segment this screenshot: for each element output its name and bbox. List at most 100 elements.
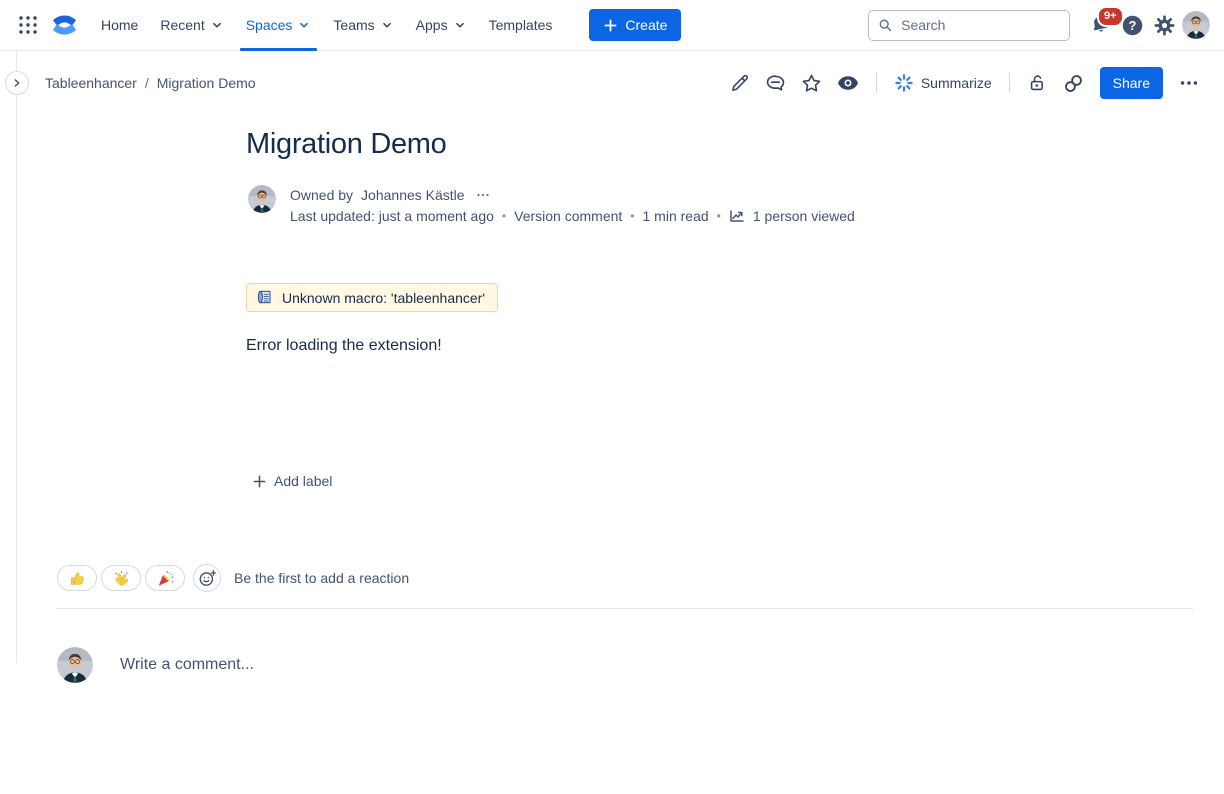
app-grid-icon bbox=[18, 15, 38, 35]
breadcrumb: Tableenhancer / Migration Demo bbox=[45, 75, 256, 91]
nav-item-label: Templates bbox=[489, 17, 553, 33]
nav-item-apps[interactable]: Apps bbox=[405, 0, 478, 51]
comment-bubble-icon bbox=[764, 72, 787, 95]
nav-item-label: Home bbox=[101, 17, 138, 33]
owner-name-link[interactable]: Johannes Kästle bbox=[361, 185, 465, 205]
toolbar-divider bbox=[1009, 73, 1010, 93]
eye-icon bbox=[836, 71, 860, 95]
search-input[interactable] bbox=[899, 16, 1060, 34]
unlock-icon bbox=[1027, 72, 1049, 94]
nav-item-label: Teams bbox=[333, 17, 374, 33]
profile-button[interactable] bbox=[1180, 9, 1212, 41]
viewers-link[interactable]: 1 person viewed bbox=[753, 206, 855, 226]
share-button-label: Share bbox=[1113, 75, 1150, 91]
create-button[interactable]: Create bbox=[589, 9, 681, 41]
add-emoji-icon bbox=[198, 569, 217, 588]
search-box[interactable] bbox=[868, 10, 1070, 41]
add-reaction-button[interactable] bbox=[193, 564, 221, 592]
svg-text:?: ? bbox=[1128, 17, 1136, 32]
top-navigation-bar: Home Recent Spaces Teams Apps Templates … bbox=[0, 0, 1224, 51]
nav-item-label: Apps bbox=[416, 17, 448, 33]
nav-item-home[interactable]: Home bbox=[90, 0, 149, 51]
chevron-down-icon bbox=[380, 18, 394, 32]
comments-button[interactable] bbox=[761, 68, 791, 98]
ai-sparkle-icon bbox=[894, 73, 914, 93]
settings-button[interactable] bbox=[1148, 9, 1180, 41]
question-mark-icon: ? bbox=[1121, 14, 1144, 37]
byline-text: Owned by Johannes Kästle Last updated: j… bbox=[290, 185, 855, 226]
plus-icon bbox=[603, 18, 618, 33]
add-label-button[interactable]: Add label bbox=[246, 472, 338, 490]
summarize-button[interactable]: Summarize bbox=[890, 73, 996, 93]
extension-error-text: Error loading the extension! bbox=[246, 337, 442, 355]
macro-scroll-icon bbox=[256, 289, 273, 306]
notifications-button[interactable]: 9+ bbox=[1084, 9, 1116, 41]
read-time-text: 1 min read bbox=[643, 206, 709, 226]
summarize-label: Summarize bbox=[921, 75, 992, 91]
user-avatar bbox=[1182, 11, 1210, 39]
chevron-right-icon bbox=[10, 76, 24, 90]
collapsed-sidebar-divider bbox=[16, 51, 17, 663]
nav-item-templates[interactable]: Templates bbox=[478, 0, 564, 51]
share-button[interactable]: Share bbox=[1100, 67, 1163, 99]
last-updated-text[interactable]: Last updated: just a moment ago bbox=[290, 206, 494, 226]
confluence-logo-icon bbox=[51, 13, 78, 37]
version-comment-link[interactable]: Version comment bbox=[514, 206, 622, 226]
byline: Owned by Johannes Kästle Last updated: j… bbox=[248, 185, 855, 226]
comment-placeholder-text: Write a comment... bbox=[120, 656, 254, 674]
breadcrumb-space-link[interactable]: Tableenhancer bbox=[45, 75, 137, 91]
chevron-down-icon bbox=[210, 18, 224, 32]
macro-warning-text: Unknown macro: 'tableenhancer' bbox=[282, 290, 485, 306]
app-switcher-button[interactable] bbox=[12, 9, 44, 41]
meta-separator: • bbox=[717, 206, 721, 226]
chevron-down-icon bbox=[453, 18, 467, 32]
reaction-party-popper-button[interactable] bbox=[145, 565, 185, 591]
unknown-macro-placeholder[interactable]: Unknown macro: 'tableenhancer' bbox=[246, 283, 498, 312]
breadcrumb-page-link[interactable]: Migration Demo bbox=[157, 75, 256, 91]
thumbs-up-icon bbox=[69, 570, 86, 587]
pencil-icon bbox=[729, 72, 751, 94]
reaction-thumbs-up-button[interactable] bbox=[57, 565, 97, 591]
meta-separator: • bbox=[502, 206, 506, 226]
restrictions-button[interactable] bbox=[1023, 68, 1053, 98]
help-button[interactable]: ? bbox=[1116, 9, 1148, 41]
edit-button[interactable] bbox=[725, 68, 755, 98]
watch-button[interactable] bbox=[833, 68, 863, 98]
more-actions-button[interactable] bbox=[1174, 68, 1204, 98]
owned-by-prefix: Owned by bbox=[290, 185, 353, 205]
plus-icon bbox=[252, 474, 267, 489]
search-icon bbox=[878, 17, 892, 33]
favourite-button[interactable] bbox=[797, 68, 827, 98]
toolbar-divider bbox=[876, 73, 877, 93]
party-popper-icon bbox=[157, 570, 174, 587]
analytics-chart-icon bbox=[729, 208, 745, 224]
star-icon bbox=[800, 72, 823, 95]
copy-link-button[interactable] bbox=[1059, 68, 1089, 98]
clapping-hands-icon bbox=[113, 570, 130, 587]
page-content: Migration Demo Owned by Johannes Kästle … bbox=[246, 128, 986, 548]
add-label-text: Add label bbox=[274, 473, 332, 489]
reaction-clap-button[interactable] bbox=[101, 565, 141, 591]
ellipsis-icon bbox=[1178, 72, 1200, 94]
nav-item-spaces[interactable]: Spaces bbox=[235, 0, 323, 51]
breadcrumb-separator: / bbox=[145, 75, 149, 91]
byline-more-button[interactable] bbox=[473, 187, 493, 203]
reaction-prompt-text: Be the first to add a reaction bbox=[234, 570, 409, 586]
ellipsis-icon bbox=[475, 187, 491, 203]
nav-item-teams[interactable]: Teams bbox=[322, 0, 404, 51]
nav-item-label: Recent bbox=[160, 17, 204, 33]
nav-item-recent[interactable]: Recent bbox=[149, 0, 234, 51]
gear-icon bbox=[1153, 14, 1176, 37]
page-actions-toolbar: Summarize Share bbox=[725, 66, 1204, 100]
link-icon bbox=[1062, 72, 1085, 95]
page-title: Migration Demo bbox=[246, 128, 447, 161]
comment-editor-collapsed[interactable]: Write a comment... bbox=[57, 647, 254, 683]
reactions-bar: Be the first to add a reaction bbox=[57, 564, 409, 592]
owner-avatar[interactable] bbox=[248, 185, 276, 213]
current-user-avatar bbox=[57, 647, 93, 683]
content-footer-divider bbox=[57, 608, 1193, 609]
create-button-label: Create bbox=[625, 17, 667, 33]
expand-sidebar-button[interactable] bbox=[5, 71, 29, 95]
confluence-logo[interactable] bbox=[48, 9, 80, 41]
nav-item-label: Spaces bbox=[246, 17, 293, 33]
